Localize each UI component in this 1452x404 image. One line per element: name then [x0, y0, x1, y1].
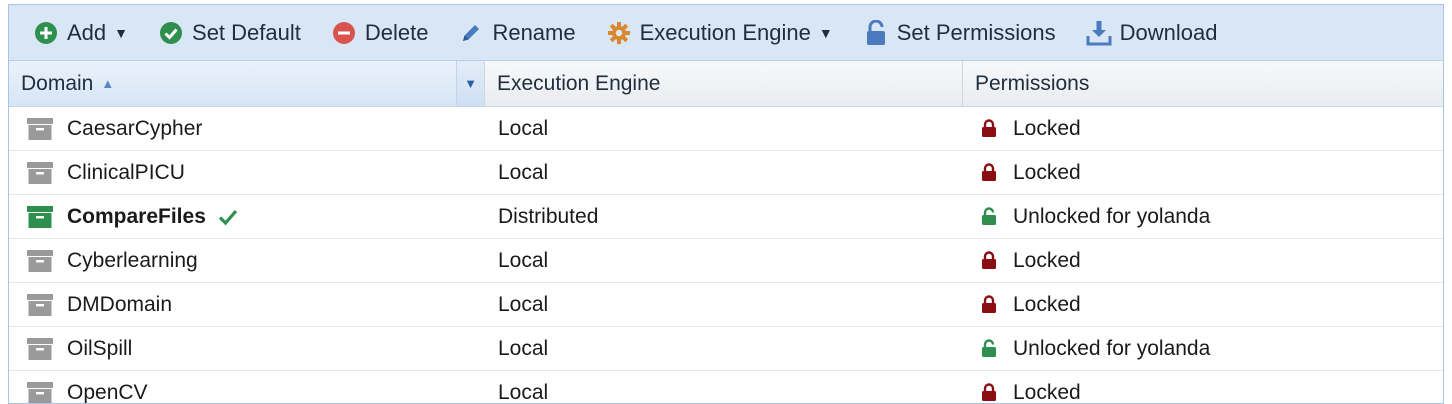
engine-value: Distributed: [498, 205, 598, 229]
download-icon: [1086, 20, 1112, 46]
domains-panel: Add ▼ Set Default Delete Rename Execut: [8, 4, 1444, 404]
grid-header: Domain ▲ ▼ Execution Engine Permissions: [9, 61, 1443, 107]
add-label: Add: [67, 20, 106, 46]
cell-permissions: Locked: [963, 283, 1443, 326]
set-permissions-button[interactable]: Set Permissions: [855, 13, 1064, 53]
column-header-domain[interactable]: Domain ▲ ▼: [9, 61, 485, 106]
permission-value: Locked: [1013, 161, 1081, 185]
cell-permissions: Unlocked for yolanda: [963, 195, 1443, 238]
domain-name: ClinicalPICU: [67, 161, 185, 185]
cell-permissions: Unlocked for yolanda: [963, 327, 1443, 370]
lock-icon: [981, 383, 999, 403]
execution-engine-button[interactable]: Execution Engine ▼: [598, 13, 841, 53]
column-header-permissions[interactable]: Permissions: [963, 61, 1443, 106]
permission-value: Locked: [1013, 381, 1081, 404]
domain-name: DMDomain: [67, 293, 172, 317]
table-row[interactable]: CaesarCypher Local Locked: [9, 107, 1443, 151]
archive-box-icon: [27, 294, 53, 316]
sort-ascending-icon: ▲: [101, 76, 114, 91]
cell-permissions: Locked: [963, 107, 1443, 150]
engine-value: Local: [498, 337, 548, 361]
grid-body: CaesarCypher Local Locked ClinicalPICU L…: [9, 107, 1443, 404]
cell-domain: ClinicalPICU: [9, 151, 485, 194]
download-label: Download: [1120, 20, 1218, 46]
permission-value: Unlocked for yolanda: [1013, 205, 1210, 229]
table-row[interactable]: OilSpill Local Unlocked for yolanda: [9, 327, 1443, 371]
cell-engine: Local: [485, 327, 963, 370]
unlock-icon: [981, 339, 999, 359]
lock-icon: [981, 119, 999, 139]
engine-value: Local: [498, 249, 548, 273]
table-row[interactable]: Cyberlearning Local Locked: [9, 239, 1443, 283]
cell-engine: Local: [485, 283, 963, 326]
archive-box-icon: [27, 162, 53, 184]
unlock-icon: [981, 207, 999, 227]
cell-domain: CaesarCypher: [9, 107, 485, 150]
toolbar: Add ▼ Set Default Delete Rename Execut: [9, 5, 1443, 61]
archive-box-icon: [27, 118, 53, 140]
table-row[interactable]: CompareFiles Distributed Unlocked for yo…: [9, 195, 1443, 239]
delete-button[interactable]: Delete: [323, 13, 437, 53]
domain-name: CompareFiles: [67, 205, 206, 229]
gear-icon: [606, 20, 632, 46]
permission-value: Locked: [1013, 117, 1081, 141]
chevron-down-icon: ▼: [114, 25, 128, 41]
column-header-engine-label: Execution Engine: [497, 72, 660, 96]
permission-value: Locked: [1013, 293, 1081, 317]
table-row[interactable]: DMDomain Local Locked: [9, 283, 1443, 327]
set-default-button[interactable]: Set Default: [150, 13, 309, 53]
engine-value: Local: [498, 293, 548, 317]
archive-box-icon: [27, 206, 53, 228]
domain-name: CaesarCypher: [67, 117, 202, 141]
execution-engine-label: Execution Engine: [640, 20, 811, 46]
permission-value: Locked: [1013, 249, 1081, 273]
column-header-permissions-label: Permissions: [975, 72, 1089, 96]
engine-value: Local: [498, 381, 548, 404]
cell-domain: CompareFiles: [9, 195, 485, 238]
chevron-down-icon: ▼: [819, 25, 833, 41]
cell-permissions: Locked: [963, 239, 1443, 282]
archive-box-icon: [27, 250, 53, 272]
cell-domain: OpenCV: [9, 371, 485, 404]
rename-label: Rename: [492, 20, 575, 46]
table-row[interactable]: ClinicalPICU Local Locked: [9, 151, 1443, 195]
table-row[interactable]: OpenCV Local Locked: [9, 371, 1443, 404]
default-check-icon: [218, 208, 238, 226]
engine-value: Local: [498, 161, 548, 185]
engine-value: Local: [498, 117, 548, 141]
column-header-domain-label: Domain: [21, 72, 93, 96]
unlock-icon: [863, 20, 889, 46]
delete-label: Delete: [365, 20, 429, 46]
cell-engine: Local: [485, 371, 963, 404]
cell-domain: OilSpill: [9, 327, 485, 370]
download-button[interactable]: Download: [1078, 13, 1226, 53]
archive-box-icon: [27, 338, 53, 360]
add-button[interactable]: Add ▼: [25, 13, 136, 53]
lock-icon: [981, 295, 999, 315]
archive-box-icon: [27, 382, 53, 404]
cell-domain: DMDomain: [9, 283, 485, 326]
column-header-engine[interactable]: Execution Engine: [485, 61, 963, 106]
lock-icon: [981, 251, 999, 271]
check-circle-icon: [158, 20, 184, 46]
cell-engine: Local: [485, 239, 963, 282]
pencil-icon: [458, 20, 484, 46]
permission-value: Unlocked for yolanda: [1013, 337, 1210, 361]
cell-domain: Cyberlearning: [9, 239, 485, 282]
set-default-label: Set Default: [192, 20, 301, 46]
cell-permissions: Locked: [963, 371, 1443, 404]
cell-permissions: Locked: [963, 151, 1443, 194]
cell-engine: Local: [485, 151, 963, 194]
lock-icon: [981, 163, 999, 183]
plus-circle-icon: [33, 20, 59, 46]
cell-engine: Distributed: [485, 195, 963, 238]
domain-name: OilSpill: [67, 337, 132, 361]
domain-name: Cyberlearning: [67, 249, 198, 273]
domain-name: OpenCV: [67, 381, 148, 404]
column-menu-trigger[interactable]: ▼: [456, 61, 484, 106]
rename-button[interactable]: Rename: [450, 13, 583, 53]
minus-circle-icon: [331, 20, 357, 46]
cell-engine: Local: [485, 107, 963, 150]
set-permissions-label: Set Permissions: [897, 20, 1056, 46]
